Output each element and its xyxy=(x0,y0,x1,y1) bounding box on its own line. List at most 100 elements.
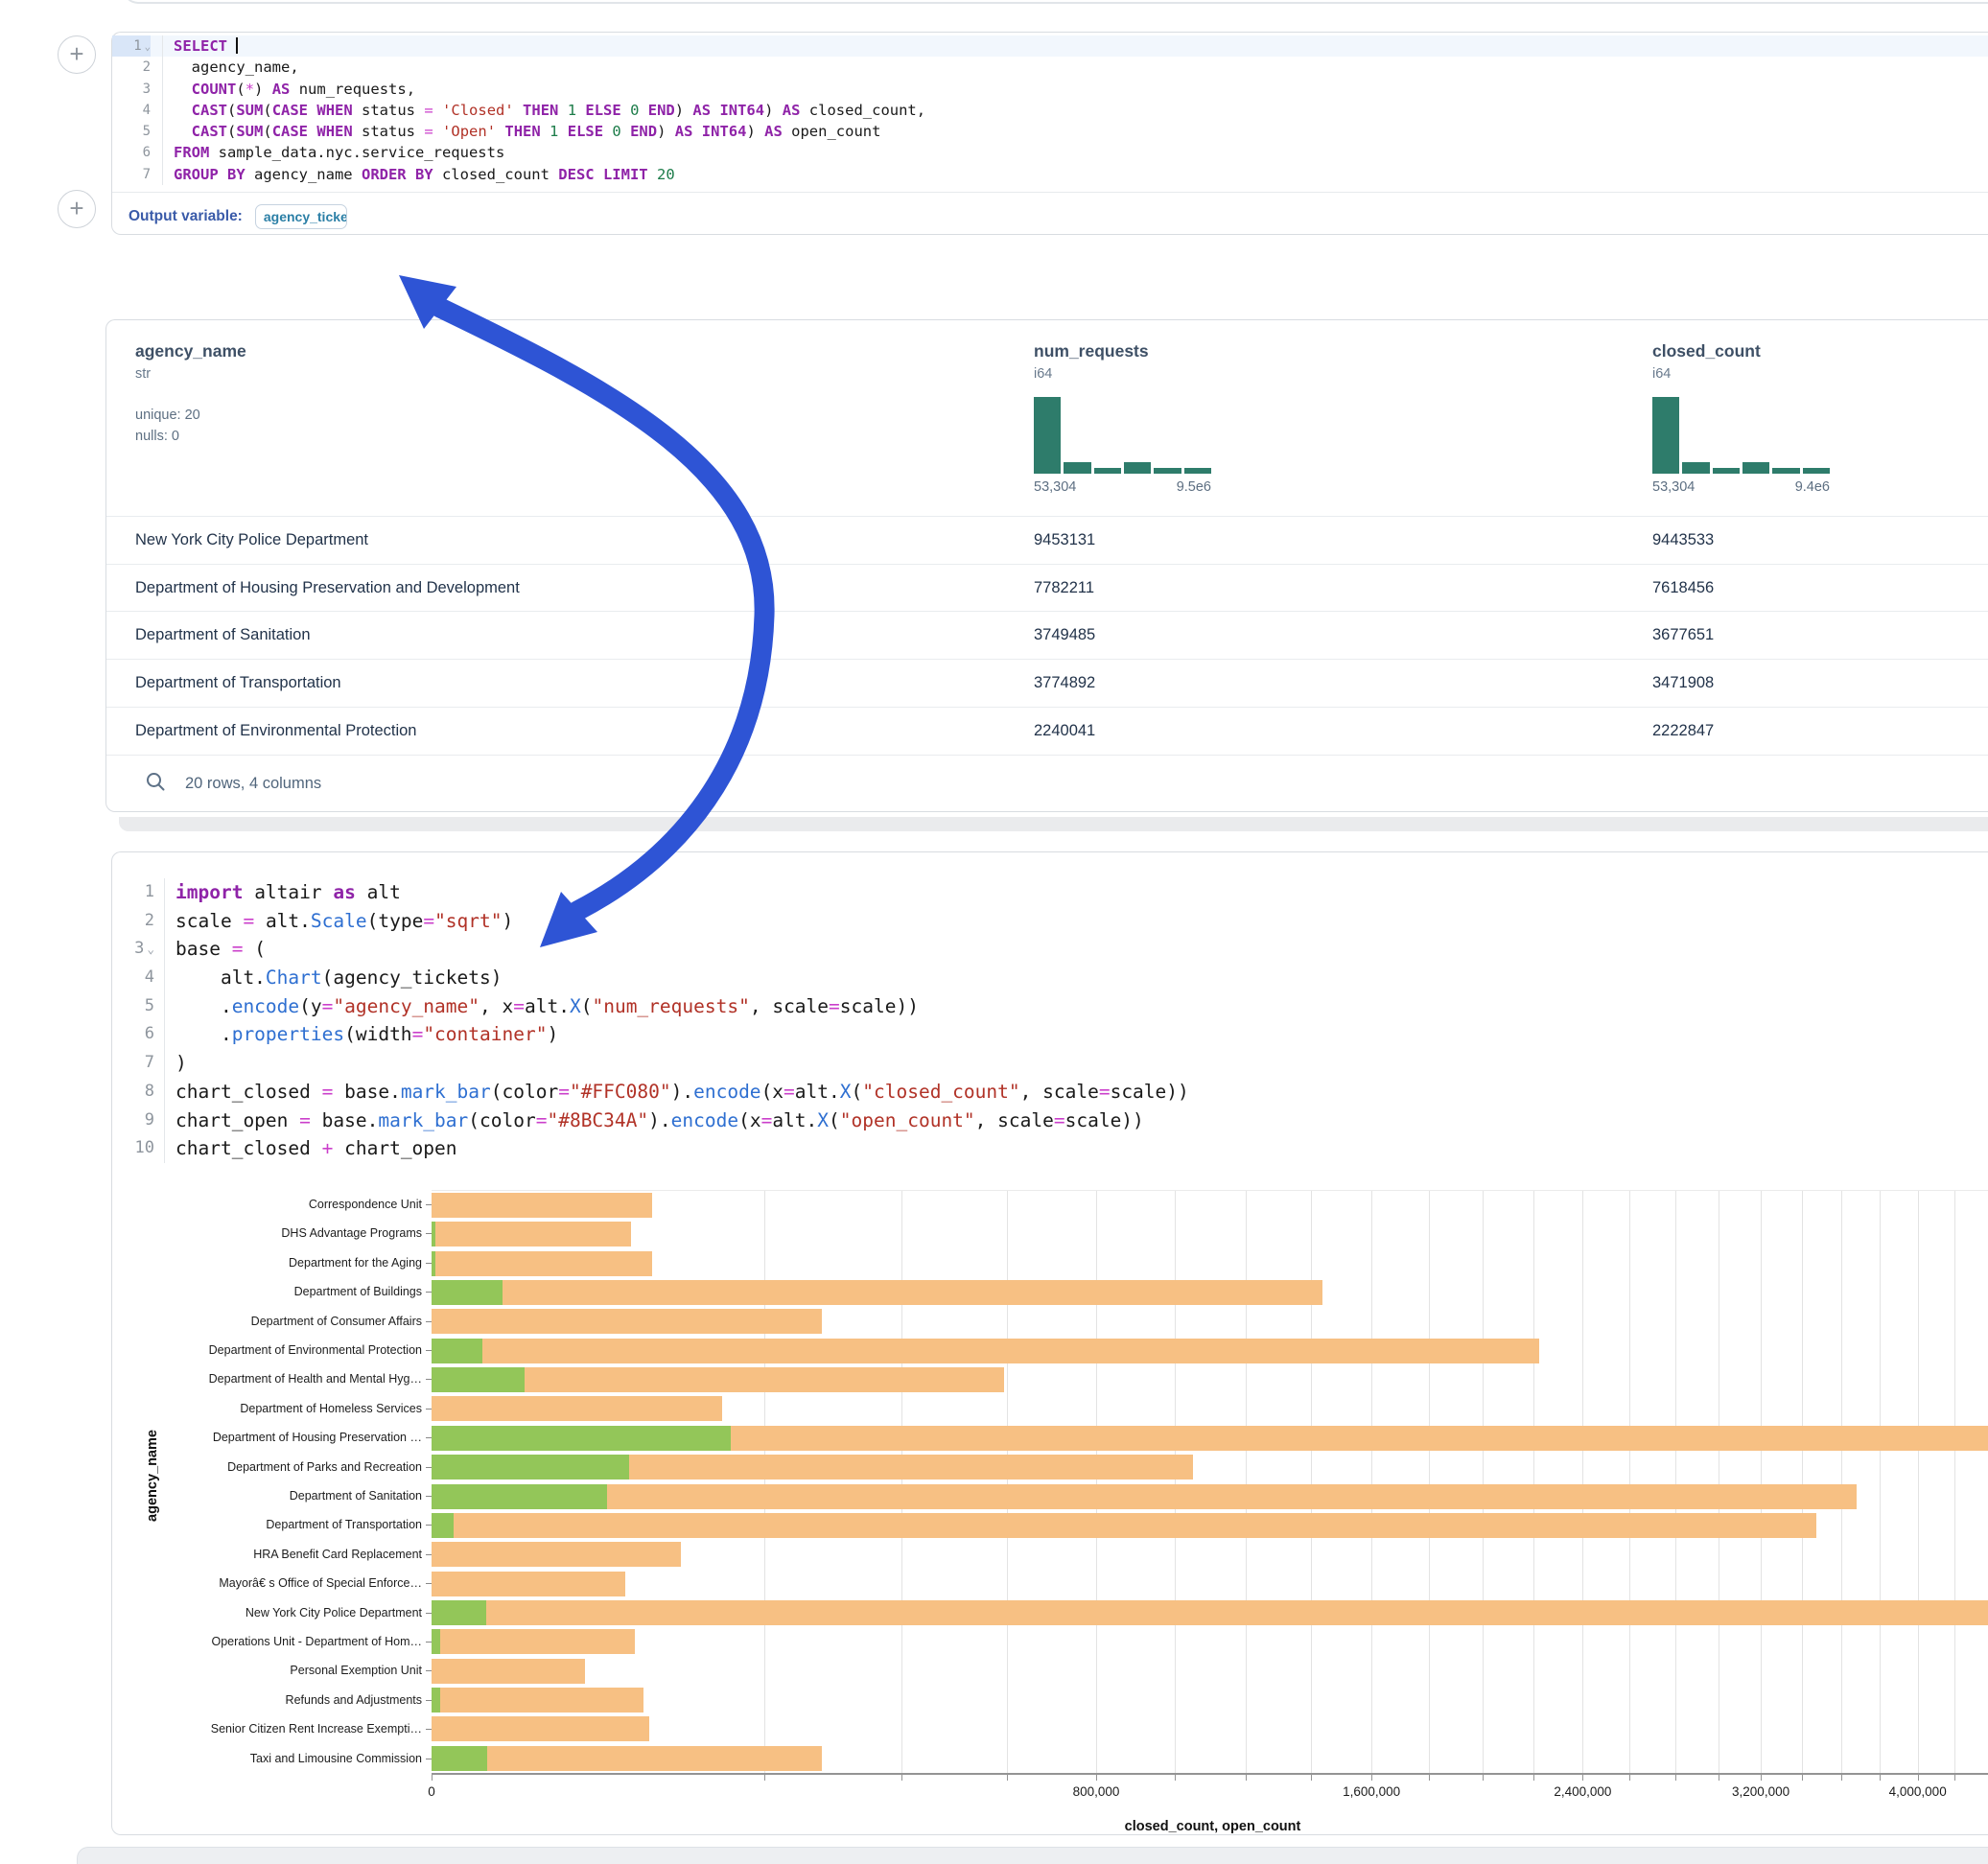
code-line[interactable]: 6FROM sample_data.nyc.service_requests xyxy=(112,142,1988,163)
y-axis-label: DHS Advantage Programs xyxy=(115,1219,422,1247)
bar-closed-count xyxy=(432,1600,1988,1625)
x-tick-mark xyxy=(1880,1775,1881,1781)
row-count-summary: 20 rows, 4 columns xyxy=(185,775,321,793)
code-line[interactable]: 5 .encode(y="agency_name", x=alt.X("num_… xyxy=(112,992,1988,1021)
python-cell-card: 1import altair as alt2scale = alt.Scale(… xyxy=(111,851,1988,1835)
x-tick-label: 2,400,000 xyxy=(1554,1784,1611,1799)
histogram-range-labels: 53,3049.5e6 xyxy=(1034,479,1211,495)
y-axis-label: Department of Housing Preservation … xyxy=(115,1423,422,1452)
code-line[interactable]: 4 CAST(SUM(CASE WHEN status = 'Closed' T… xyxy=(112,100,1988,121)
search-icon[interactable] xyxy=(145,771,166,797)
add-cell-button-top[interactable]: + xyxy=(58,35,96,74)
add-cell-button-output[interactable]: + xyxy=(58,190,96,228)
chart-row xyxy=(432,1220,1988,1248)
y-axis-label: Department of Consumer Affairs xyxy=(115,1307,422,1336)
cell-divider xyxy=(112,192,1988,193)
line-number: 2 xyxy=(112,907,154,936)
line-number: 10 xyxy=(112,1134,154,1163)
column-name: closed_count xyxy=(1652,341,1988,361)
notebook-page: + + 1⌄SELECT 2 agency_name,3 COUNT(*) AS… xyxy=(0,0,1988,1864)
output-variable-chip[interactable]: agency_tickets xyxy=(255,204,347,229)
column-header-num-requests[interactable]: num_requests i64 53,3049.5e6 xyxy=(1005,320,1624,516)
table-cell: Department of Housing Preservation and D… xyxy=(106,579,1005,597)
chart-row xyxy=(432,1424,1988,1453)
chart-row xyxy=(432,1570,1988,1598)
y-axis-label: Department of Environmental Protection xyxy=(115,1336,422,1364)
line-number: 6 xyxy=(112,1020,154,1049)
x-tick-mark xyxy=(1311,1775,1312,1781)
next-cell-edge xyxy=(77,1847,1988,1864)
line-number: 4 xyxy=(112,100,151,121)
code-line[interactable]: 9chart_open = base.mark_bar(color="#8BC3… xyxy=(112,1107,1988,1135)
chart-row xyxy=(432,1540,1988,1569)
bar-closed-count xyxy=(432,1309,822,1334)
bar-closed-count xyxy=(432,1513,1816,1538)
code-line[interactable]: 7GROUP BY agency_name ORDER BY closed_co… xyxy=(112,164,1988,185)
bar-open-count xyxy=(432,1222,435,1247)
fold-chevron-icon[interactable]: ⌄ xyxy=(145,41,151,53)
code-line[interactable]: 1import altair as alt xyxy=(112,878,1988,907)
code-line[interactable]: 2 agency_name, xyxy=(112,57,1988,78)
code-line[interactable]: 5 CAST(SUM(CASE WHEN status = 'Open' THE… xyxy=(112,121,1988,142)
y-axis-label: Department of Buildings xyxy=(115,1277,422,1306)
x-tick-mark xyxy=(432,1775,433,1781)
histogram-range-labels: 53,3049.4e6 xyxy=(1652,479,1830,495)
chart-row xyxy=(432,1191,1988,1220)
code-line[interactable]: 6 .properties(width="container") xyxy=(112,1020,1988,1049)
code-line[interactable]: 7) xyxy=(112,1049,1988,1078)
y-axis-label: Taxi and Limousine Commission xyxy=(115,1744,422,1773)
x-tick-mark xyxy=(1429,1775,1430,1781)
line-number: 5 xyxy=(112,992,154,1021)
chart-row xyxy=(432,1657,1988,1686)
column-dtype: i64 xyxy=(1652,366,1988,382)
column-header-agency-name[interactable]: agency_name str unique: 20 nulls: 0 xyxy=(106,320,1005,516)
x-tick-mark xyxy=(1096,1775,1097,1781)
table-cell: Department of Environmental Protection xyxy=(106,722,1005,740)
chart-row xyxy=(432,1714,1988,1743)
table-cell: 9453131 xyxy=(1005,531,1624,549)
x-tick-mark xyxy=(1802,1775,1803,1781)
line-number: 6 xyxy=(112,142,151,163)
previous-cell-edge xyxy=(123,0,1988,4)
y-axis-label: Senior Citizen Rent Increase Exempti… xyxy=(115,1714,422,1743)
x-tick-mark xyxy=(1629,1775,1630,1781)
table-row[interactable]: Department of Housing Preservation and D… xyxy=(106,564,1988,612)
fold-chevron-icon[interactable]: ⌄ xyxy=(147,943,154,957)
bar-open-count xyxy=(432,1426,731,1451)
table-row[interactable]: Department of Transportation377489234719… xyxy=(106,659,1988,707)
code-line[interactable]: 4 alt.Chart(agency_tickets) xyxy=(112,964,1988,992)
code-line[interactable]: 2scale = alt.Scale(type="sqrt") xyxy=(112,907,1988,936)
altair-bar-chart: agency_name Correspondence UnitDHS Advan… xyxy=(112,1190,1988,1861)
bar-closed-count xyxy=(432,1193,652,1218)
table-footer: 20 rows, 4 columns xyxy=(106,755,1988,811)
python-code-editor[interactable]: 1import altair as alt2scale = alt.Scale(… xyxy=(112,878,1988,1163)
sql-code-editor[interactable]: 1⌄SELECT 2 agency_name,3 COUNT(*) AS num… xyxy=(112,35,1988,185)
table-cell: 7618456 xyxy=(1624,579,1988,597)
line-number: 4 xyxy=(112,964,154,992)
y-axis-label: Personal Exemption Unit xyxy=(115,1656,422,1685)
table-cell: Department of Transportation xyxy=(106,674,1005,692)
x-tick-mark xyxy=(901,1775,902,1781)
histogram-num-requests xyxy=(1034,397,1211,474)
table-cell: 3471908 xyxy=(1624,674,1988,692)
code-line[interactable]: 10chart_closed + chart_open xyxy=(112,1134,1988,1163)
column-header-closed-count[interactable]: closed_count i64 53,3049.4e6 xyxy=(1624,320,1988,516)
y-axis-label: New York City Police Department xyxy=(115,1598,422,1627)
bar-closed-count xyxy=(432,1659,585,1684)
code-line[interactable]: 3⌄base = ( xyxy=(112,935,1988,964)
code-line[interactable]: 1⌄SELECT xyxy=(112,35,1988,57)
column-name: num_requests xyxy=(1034,341,1624,361)
line-number: 9 xyxy=(112,1107,154,1135)
y-axis-label: Department of Sanitation xyxy=(115,1481,422,1510)
bar-open-count xyxy=(432,1280,503,1305)
code-line[interactable]: 3 COUNT(*) AS num_requests, xyxy=(112,79,1988,100)
histogram-bar xyxy=(1094,468,1121,474)
table-row[interactable]: Department of Environmental Protection22… xyxy=(106,707,1988,755)
table-row[interactable]: New York City Police Department945313194… xyxy=(106,516,1988,564)
bar-closed-count xyxy=(432,1339,1539,1363)
line-number: 3⌄ xyxy=(112,935,154,964)
table-row[interactable]: Department of Sanitation37494853677651 xyxy=(106,611,1988,659)
bar-closed-count xyxy=(432,1716,649,1741)
bar-closed-count xyxy=(432,1484,1857,1509)
code-line[interactable]: 8chart_closed = base.mark_bar(color="#FF… xyxy=(112,1078,1988,1107)
